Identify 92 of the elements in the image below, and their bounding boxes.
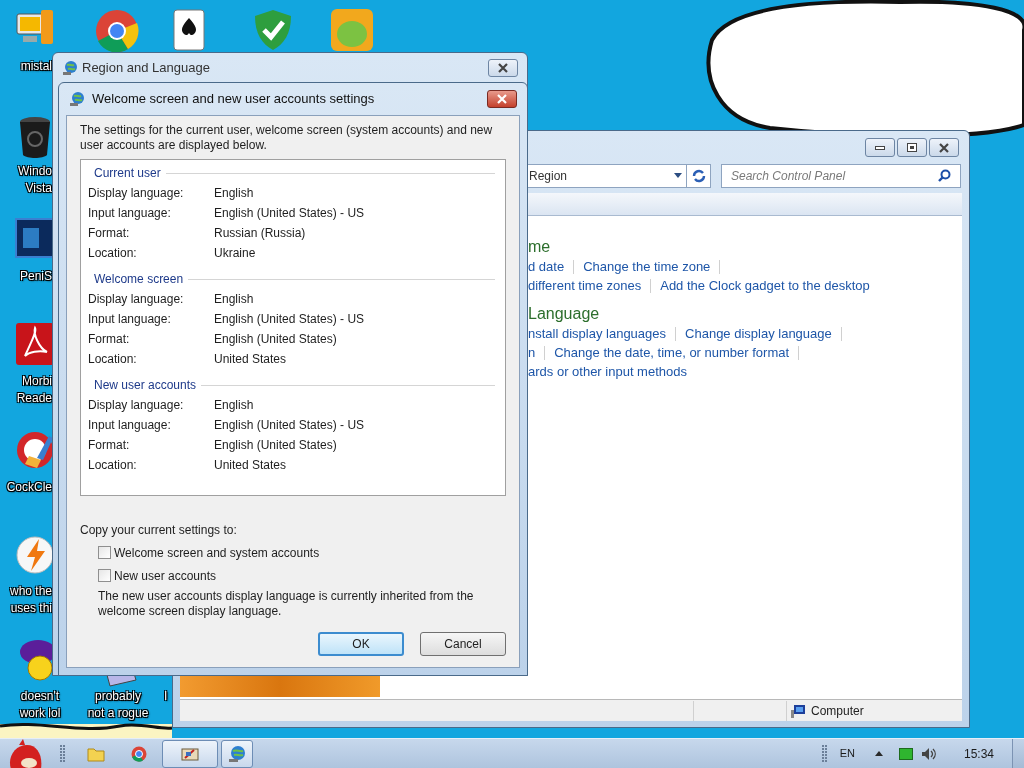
globe-icon bbox=[228, 744, 246, 763]
minimize-icon bbox=[875, 145, 885, 150]
task-link[interactable]: Change display language bbox=[685, 323, 832, 344]
window-title: Region and Language bbox=[82, 59, 211, 78]
task-link[interactable]: n bbox=[528, 342, 536, 363]
taskbar-button[interactable] bbox=[162, 739, 218, 768]
setting-label: Format: bbox=[88, 437, 131, 454]
control-panel-icon bbox=[180, 745, 200, 762]
group-title: Welcome screen bbox=[94, 271, 184, 288]
taskbar-button[interactable] bbox=[221, 739, 253, 768]
chat-icon[interactable] bbox=[18, 638, 52, 682]
setting-value: English (United States) bbox=[214, 437, 337, 454]
setting-label: Location: bbox=[88, 457, 138, 474]
dialog-button[interactable]: OK bbox=[318, 632, 404, 656]
document-icon[interactable] bbox=[15, 322, 55, 366]
setting-label: Format: bbox=[88, 225, 131, 242]
setting-label: Display language: bbox=[88, 397, 185, 414]
language-indicator[interactable]: EN bbox=[839, 745, 855, 762]
setting-value: English (United States) bbox=[214, 331, 337, 348]
setting-value: English bbox=[214, 397, 254, 414]
copy-label: Copy your current settings to: bbox=[80, 523, 238, 538]
globe-icon bbox=[69, 91, 85, 107]
setting-label: Input language: bbox=[88, 417, 172, 434]
setting-label: Location: bbox=[88, 351, 138, 368]
show-desktop-button[interactable] bbox=[1012, 738, 1024, 768]
setting-label: Input language: bbox=[88, 205, 172, 222]
setting-value: English bbox=[214, 185, 254, 202]
close-icon bbox=[938, 142, 950, 153]
setting-label: Location: bbox=[88, 245, 138, 262]
category-heading[interactable]: me bbox=[528, 237, 880, 257]
task-link[interactable]: nstall display languages bbox=[528, 323, 667, 344]
note-text: The new user accounts display language is currently inherited from the welcome screen display language. bbox=[97, 589, 475, 619]
address-bar[interactable]: Region bbox=[527, 163, 687, 188]
group-title: Current user bbox=[94, 165, 161, 182]
dialog-button[interactable]: Cancel bbox=[420, 632, 506, 656]
up-arrow-icon[interactable] bbox=[874, 751, 883, 756]
close-button[interactable] bbox=[929, 138, 959, 157]
shield-icon[interactable] bbox=[252, 8, 294, 52]
bolt-icon[interactable] bbox=[15, 533, 55, 577]
folder-icon bbox=[87, 745, 105, 762]
close-icon bbox=[497, 63, 509, 73]
close-icon bbox=[496, 94, 508, 104]
close-button[interactable] bbox=[488, 59, 518, 77]
playing-card-icon[interactable] bbox=[172, 8, 208, 52]
setting-label: Input language: bbox=[88, 311, 172, 328]
dialog-title: Welcome screen and new user accounts settings bbox=[92, 90, 376, 109]
setting-value: English (United States) - US bbox=[214, 205, 365, 222]
grip-icon bbox=[821, 744, 828, 763]
grip-icon bbox=[60, 744, 66, 763]
address-text: Region bbox=[529, 167, 569, 185]
globe-icon bbox=[62, 60, 78, 76]
setting-value: United States bbox=[214, 351, 287, 368]
search-placeholder: Search Control Panel bbox=[731, 167, 847, 185]
setting-value: Ukraine bbox=[214, 245, 256, 262]
search-field[interactable]: Search Control Panel bbox=[721, 163, 961, 188]
computer-icon bbox=[791, 703, 806, 718]
close-button[interactable] bbox=[487, 90, 517, 108]
setting-label: Display language: bbox=[88, 185, 185, 202]
maximize-button[interactable] bbox=[897, 138, 927, 157]
category-heading[interactable]: Language bbox=[528, 304, 880, 324]
refresh-button[interactable] bbox=[687, 163, 711, 188]
search-icon bbox=[938, 169, 951, 182]
intro-text: The settings for the current user, welcome screen (system accounts) and new user accounts are displayed below. bbox=[80, 123, 494, 153]
checkbox-option[interactable]: New user accounts bbox=[98, 568, 506, 583]
browser-icon bbox=[131, 745, 147, 762]
setting-value: English (United States) - US bbox=[214, 417, 365, 434]
task-link[interactable]: different time zones bbox=[528, 275, 642, 296]
battery-icon[interactable] bbox=[898, 747, 913, 760]
task-link[interactable]: Add the Clock gadget to the desktop bbox=[660, 275, 870, 296]
setting-value: Russian (Russia) bbox=[214, 225, 306, 242]
setting-label: Format: bbox=[88, 331, 131, 348]
refresh-icon bbox=[691, 168, 706, 183]
task-link[interactable]: Change the date, time, or number format bbox=[554, 342, 790, 363]
dropdown-caret-icon bbox=[674, 173, 682, 178]
task-link[interactable]: Change the time zone bbox=[583, 256, 711, 277]
maximize-icon bbox=[907, 143, 917, 152]
clock[interactable]: 15:34 bbox=[963, 744, 994, 763]
task-link[interactable]: ards or other input methods bbox=[528, 361, 687, 382]
minimize-button[interactable] bbox=[865, 138, 895, 157]
setting-value: English bbox=[214, 291, 254, 308]
speaker-icon[interactable] bbox=[920, 746, 937, 761]
checkbox-option[interactable]: Welcome screen and system accounts bbox=[98, 545, 506, 560]
group-title: New user accounts bbox=[94, 377, 197, 394]
square-logo-icon[interactable] bbox=[15, 218, 55, 258]
checkbox[interactable] bbox=[98, 546, 111, 559]
setting-label: Display language: bbox=[88, 291, 185, 308]
status-text: Computer bbox=[811, 702, 864, 720]
task-link[interactable]: d date bbox=[528, 256, 565, 277]
browser-icon[interactable] bbox=[95, 9, 139, 53]
setting-value: United States bbox=[214, 457, 287, 474]
checkbox[interactable] bbox=[98, 569, 111, 582]
setting-value: English (United States) - US bbox=[214, 311, 365, 328]
